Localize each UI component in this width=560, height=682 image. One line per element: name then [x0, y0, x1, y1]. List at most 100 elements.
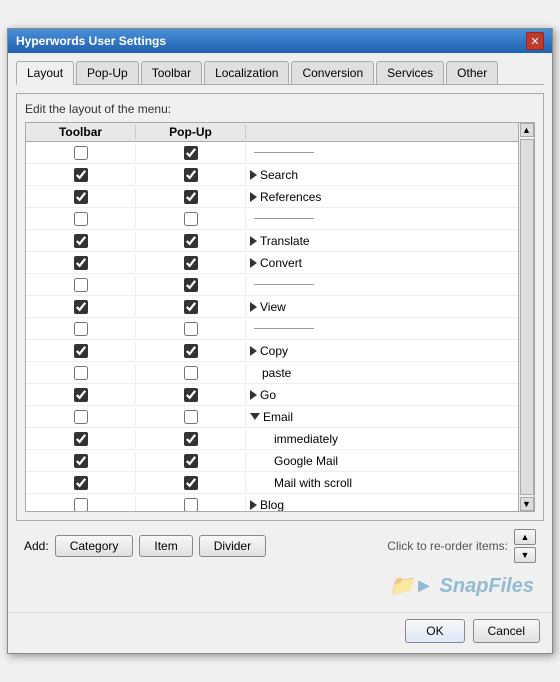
toolbar-checkbox[interactable] — [74, 146, 88, 160]
table-row: Go — [26, 384, 518, 406]
item-label: Go — [260, 388, 276, 402]
cell-toolbar — [26, 298, 136, 316]
cell-toolbar — [26, 496, 136, 513]
content-area: Layout Pop-Up Toolbar Localization Conve… — [8, 53, 552, 612]
item-label: paste — [262, 366, 291, 380]
item-label: Search — [260, 168, 298, 182]
cell-toolbar — [26, 232, 136, 250]
table-row: Mail with scroll — [26, 472, 518, 494]
popup-checkbox[interactable] — [184, 234, 198, 248]
cell-popup — [136, 408, 246, 426]
table-row: Email — [26, 406, 518, 428]
separator-line — [254, 284, 314, 285]
cell-popup — [136, 474, 246, 492]
divider-button[interactable]: Divider — [199, 535, 266, 557]
category-button[interactable]: Category — [55, 535, 134, 557]
cell-toolbar — [26, 342, 136, 360]
toolbar-checkbox[interactable] — [74, 432, 88, 446]
tab-services[interactable]: Services — [376, 61, 444, 84]
move-down-button[interactable]: ▼ — [514, 547, 536, 563]
cell-popup — [136, 298, 246, 316]
toolbar-checkbox[interactable] — [74, 168, 88, 182]
tab-conversion[interactable]: Conversion — [291, 61, 374, 84]
close-button[interactable]: ✕ — [526, 32, 544, 50]
popup-checkbox[interactable] — [184, 498, 198, 512]
table-row: Search — [26, 164, 518, 186]
cell-popup — [136, 386, 246, 404]
scroll-down-btn[interactable]: ▼ — [520, 497, 534, 511]
separator-line — [254, 218, 314, 219]
toolbar-checkbox[interactable] — [74, 498, 88, 512]
col-header-item — [246, 125, 518, 139]
cell-toolbar — [26, 254, 136, 272]
item-label: immediately — [274, 432, 338, 446]
toolbar-checkbox[interactable] — [74, 454, 88, 468]
popup-checkbox[interactable] — [184, 344, 198, 358]
cell-item — [246, 328, 518, 329]
table-row: immediately — [26, 428, 518, 450]
popup-checkbox[interactable] — [184, 278, 198, 292]
tab-localization[interactable]: Localization — [204, 61, 289, 84]
expand-icon — [250, 346, 257, 356]
cell-item: Google Mail — [246, 454, 518, 468]
popup-checkbox[interactable] — [184, 432, 198, 446]
cell-item: Copy — [246, 344, 518, 358]
move-up-button[interactable]: ▲ — [514, 529, 536, 545]
toolbar-checkbox[interactable] — [74, 366, 88, 380]
cell-item: Go — [246, 388, 518, 402]
tab-toolbar[interactable]: Toolbar — [141, 61, 202, 84]
toolbar-checkbox[interactable] — [74, 322, 88, 336]
cell-toolbar — [26, 364, 136, 382]
toolbar-checkbox[interactable] — [74, 300, 88, 314]
toolbar-checkbox[interactable] — [74, 388, 88, 402]
cell-item: immediately — [246, 432, 518, 446]
item-label: Convert — [260, 256, 302, 270]
table-row — [26, 142, 518, 164]
popup-checkbox[interactable] — [184, 410, 198, 424]
cell-toolbar — [26, 188, 136, 206]
toolbar-checkbox[interactable] — [74, 344, 88, 358]
col-header-toolbar: Toolbar — [26, 125, 136, 139]
toolbar-checkbox[interactable] — [74, 234, 88, 248]
cell-popup — [136, 342, 246, 360]
toolbar-checkbox[interactable] — [74, 212, 88, 226]
tab-popup[interactable]: Pop-Up — [76, 61, 139, 84]
popup-checkbox[interactable] — [184, 256, 198, 270]
popup-checkbox[interactable] — [184, 454, 198, 468]
item-button[interactable]: Item — [139, 535, 192, 557]
popup-checkbox[interactable] — [184, 212, 198, 226]
popup-checkbox[interactable] — [184, 388, 198, 402]
toolbar-checkbox[interactable] — [74, 476, 88, 490]
popup-checkbox[interactable] — [184, 366, 198, 380]
toolbar-checkbox[interactable] — [74, 410, 88, 424]
cell-toolbar — [26, 474, 136, 492]
window-title: Hyperwords User Settings — [16, 34, 166, 48]
toolbar-checkbox[interactable] — [74, 190, 88, 204]
toolbar-checkbox[interactable] — [74, 256, 88, 270]
scroll-up-btn[interactable]: ▲ — [520, 123, 534, 137]
ok-button[interactable]: OK — [405, 619, 464, 643]
popup-checkbox[interactable] — [184, 476, 198, 490]
cell-toolbar — [26, 452, 136, 470]
table-row: References — [26, 186, 518, 208]
cell-popup — [136, 496, 246, 513]
layout-panel: Edit the layout of the menu: Toolbar Pop… — [16, 93, 544, 521]
add-label: Add: — [24, 539, 49, 553]
popup-checkbox[interactable] — [184, 322, 198, 336]
scrollbar[interactable]: ▲ ▼ — [519, 122, 535, 512]
popup-checkbox[interactable] — [184, 300, 198, 314]
toolbar-checkbox[interactable] — [74, 278, 88, 292]
table-row — [26, 318, 518, 340]
popup-checkbox[interactable] — [184, 168, 198, 182]
expand-icon — [250, 170, 257, 180]
scroll-thumb[interactable] — [520, 139, 534, 495]
popup-checkbox[interactable] — [184, 190, 198, 204]
tab-layout[interactable]: Layout — [16, 61, 74, 85]
table-row: View — [26, 296, 518, 318]
popup-checkbox[interactable] — [184, 146, 198, 160]
cancel-button[interactable]: Cancel — [473, 619, 540, 643]
window: Hyperwords User Settings ✕ Layout Pop-Up… — [7, 28, 553, 654]
item-label: View — [260, 300, 286, 314]
cell-popup — [136, 210, 246, 228]
tab-other[interactable]: Other — [446, 61, 498, 84]
